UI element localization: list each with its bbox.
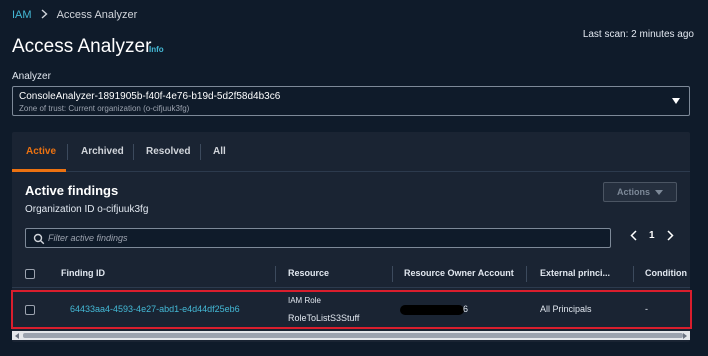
actions-button[interactable]: Actions: [603, 182, 677, 202]
organization-id: Organization ID o-cifjuuk3fg: [25, 204, 149, 215]
finding-id-link[interactable]: 64433aa4-4593-4e27-abd1-e4d44df25eb6: [70, 304, 240, 314]
analyzer-select[interactable]: ConsoleAnalyzer-1891905b-f40f-4e76-b19d-…: [12, 86, 690, 116]
analyzer-label: Analyzer: [12, 71, 51, 82]
column-divider: [275, 266, 276, 282]
column-divider: [392, 266, 393, 282]
tab-divider: [200, 144, 201, 160]
tab-resolved[interactable]: Resolved: [146, 146, 190, 157]
condition-value: -: [645, 304, 648, 314]
scroll-left-arrow-icon[interactable]: [15, 333, 19, 339]
analyzer-zone-of-trust: Zone of trust: Current organization (o-c…: [19, 104, 190, 113]
scroll-right-arrow-icon[interactable]: [683, 333, 687, 339]
column-divider: [526, 266, 527, 282]
resource-type: IAM Role: [288, 296, 321, 305]
info-link[interactable]: Info: [149, 45, 164, 54]
page-number[interactable]: 1: [649, 230, 655, 241]
pagination: 1: [630, 230, 674, 241]
page-title: Access Analyzer: [12, 36, 152, 57]
table-row: 64433aa4-4593-4e27-abd1-e4d44df25eb6 IAM…: [12, 288, 690, 330]
chevron-left-icon[interactable]: [630, 230, 637, 241]
column-finding-id[interactable]: Finding ID: [61, 268, 105, 278]
column-resource-owner-account[interactable]: Resource Owner Account: [404, 268, 514, 278]
chevron-right-icon[interactable]: [667, 230, 674, 241]
breadcrumb-current: Access Analyzer: [56, 9, 138, 21]
search-icon: [33, 233, 45, 245]
tab-divider: [133, 144, 134, 160]
findings-panel: Active Archived Resolved All Active find…: [11, 132, 692, 342]
column-divider: [633, 266, 634, 282]
table-header: Finding ID Resource Resource Owner Accou…: [12, 260, 690, 288]
findings-tabs: Active Archived Resolved All: [12, 132, 690, 172]
actions-label: Actions: [616, 187, 650, 197]
analyzer-name: ConsoleAnalyzer-1891905b-f40f-4e76-b19d-…: [19, 91, 281, 102]
column-condition[interactable]: Condition: [645, 268, 687, 278]
active-tab-underline: [12, 169, 66, 172]
row-checkbox[interactable]: [25, 305, 35, 315]
caret-down-icon: [655, 189, 663, 195]
chevron-right-icon: [41, 8, 48, 22]
tab-divider: [67, 144, 68, 160]
tab-archived[interactable]: Archived: [81, 146, 124, 157]
external-principal: All Principals: [540, 304, 592, 314]
select-all-checkbox[interactable]: [25, 269, 35, 279]
breadcrumb-iam-link[interactable]: IAM: [12, 9, 32, 21]
tab-all[interactable]: All: [213, 146, 226, 157]
horizontal-scrollbar[interactable]: [12, 331, 690, 340]
caret-down-icon: [672, 98, 680, 104]
findings-title: Active findings: [25, 183, 119, 198]
tab-active[interactable]: Active: [26, 146, 56, 157]
filter-input[interactable]: [48, 231, 598, 245]
breadcrumb: IAM Access Analyzer: [12, 8, 137, 22]
last-scan-text: Last scan: 2 minutes ago: [582, 29, 694, 40]
column-resource[interactable]: Resource: [288, 268, 329, 278]
resource-name: RoleToListS3Stuff: [288, 313, 360, 323]
scroll-thumb[interactable]: [23, 333, 683, 338]
owner-account-suffix: 6: [463, 304, 469, 314]
filter-box[interactable]: [25, 228, 611, 248]
column-external-principal[interactable]: External princi...: [540, 268, 610, 278]
redacted-account-number: [400, 305, 464, 315]
